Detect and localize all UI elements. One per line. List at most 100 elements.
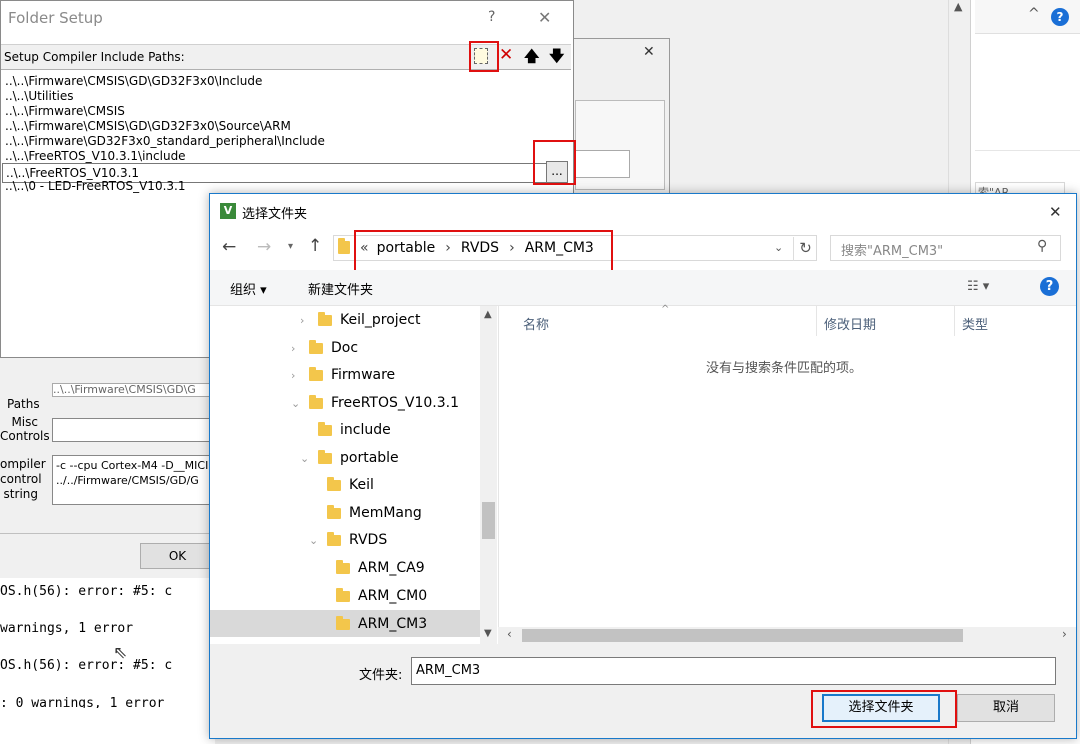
folder-icon — [336, 615, 350, 630]
path-row[interactable]: ..\..\Firmware\CMSIS\GD\GD32F3x0\Source\… — [2, 119, 570, 134]
tree-chevron[interactable]: › — [291, 363, 303, 389]
right-divider — [975, 150, 1080, 151]
column-divider[interactable] — [954, 306, 955, 336]
column-header-type[interactable]: 类型 — [962, 314, 988, 333]
mouse-cursor-icon: ⇖ — [113, 643, 128, 663]
hscroll-left-icon[interactable]: ‹ — [507, 627, 512, 641]
recent-chevron-icon[interactable]: ▾ — [288, 241, 293, 252]
tree-item-keil[interactable]: Keil — [309, 472, 374, 498]
hscroll-right-icon[interactable]: › — [1062, 627, 1067, 641]
app-icon-letter: V — [223, 204, 233, 217]
browse-button-highlight — [533, 140, 576, 185]
tree-scroll-thumb[interactable] — [482, 502, 495, 539]
select-folder-highlight — [811, 690, 957, 728]
tree-item-firmware[interactable]: › Firmware — [291, 362, 395, 388]
tree-scroll-down-icon[interactable]: ▼ — [484, 628, 492, 639]
path-row[interactable]: ..\..\Firmware\CMSIS — [2, 104, 570, 119]
options-separator — [0, 533, 215, 534]
folder-icon — [318, 311, 332, 326]
refresh-icon[interactable]: ↻ — [793, 237, 817, 261]
back-icon[interactable]: ← — [222, 237, 236, 257]
tree-item-portable[interactable]: ⌄ portable — [300, 445, 399, 471]
build-output-line: : 0 warnings, 1 error — [0, 696, 165, 708]
background-dialog-field — [570, 150, 630, 178]
tree-item-label: MemMang — [349, 505, 422, 521]
background-dialog-close-icon[interactable]: ✕ — [643, 44, 655, 60]
forward-icon[interactable]: → — [257, 237, 271, 257]
tree-chevron[interactable]: ⌄ — [309, 528, 321, 554]
dialog-close-icon[interactable]: ✕ — [1049, 203, 1062, 221]
collapse-ribbon-icon[interactable]: ^ — [1028, 6, 1040, 22]
include-paths-label: Setup Compiler Include Paths: — [4, 50, 185, 64]
tree-item-label: ARM_CA9 — [358, 560, 425, 576]
folder-icon — [327, 531, 341, 546]
tree-item-keil-project[interactable]: › Keil_project — [300, 307, 420, 333]
tree-item-label: RVDS — [349, 532, 388, 548]
tree-item-freertos[interactable]: ⌄ FreeRTOS_V10.3.1 — [291, 390, 459, 416]
tree-item-label: Keil — [349, 477, 374, 493]
app-icon: V — [220, 203, 236, 219]
ok-button-label: OK — [168, 549, 187, 563]
tree-scrollbar[interactable] — [480, 306, 497, 644]
path-row[interactable]: ..\..\0 - LED-FreeRTOS_V10.3.1 — [2, 179, 185, 194]
tree-item-label: Firmware — [331, 367, 396, 383]
tree-item-doc[interactable]: › Doc — [291, 335, 358, 361]
path-row[interactable]: ..\..\Firmware\GD32F3x0_standard_periphe… — [2, 134, 570, 149]
tree-chevron[interactable]: › — [300, 308, 312, 334]
tree-chevron[interactable]: › — [291, 336, 303, 362]
tree-chevron[interactable]: ⌄ — [291, 391, 303, 417]
compiler-string-field[interactable]: -c --cpu Cortex-M4 -D__MICI ../../Firmwar… — [52, 455, 212, 505]
folder-setup-help-icon[interactable]: ? — [488, 9, 495, 25]
tree-item-arm-cm3[interactable]: ARM_CM3 — [318, 611, 427, 637]
search-input[interactable]: 搜索"ARM_CM3" — [841, 240, 943, 259]
compiler-line-2: ../../Firmware/CMSIS/GD/G — [56, 474, 199, 487]
folder-setup-title: Folder Setup — [8, 9, 103, 27]
new-path-highlight — [469, 41, 499, 72]
hscroll-thumb[interactable] — [522, 629, 963, 642]
misc-controls-field[interactable] — [52, 418, 212, 442]
path-row[interactable]: ..\..\Utilities — [2, 89, 570, 104]
compiler-line-1: -c --cpu Cortex-M4 -D__MICI — [56, 459, 209, 472]
folder-icon — [309, 394, 323, 409]
folder-icon — [309, 366, 323, 381]
cancel-button[interactable]: 取消 — [957, 694, 1055, 722]
up-icon[interactable]: ↑ — [308, 236, 322, 256]
compiler-label-line2: control — [0, 472, 42, 486]
organize-menu[interactable]: 组织 ▾ — [230, 279, 267, 298]
tree-item-memmang[interactable]: MemMang — [309, 500, 422, 526]
folder-icon — [336, 559, 350, 574]
view-options-icon[interactable]: ☷ ▾ — [967, 279, 989, 294]
folder-icon — [327, 504, 341, 519]
tree-item-rvds[interactable]: ⌄ RVDS — [309, 527, 387, 553]
new-folder-button[interactable]: 新建文件夹 — [308, 279, 373, 298]
ok-button[interactable]: OK — [140, 543, 215, 569]
help-icon[interactable]: ? — [1040, 277, 1059, 296]
tree-item-arm-cm0[interactable]: ARM_CM0 — [318, 583, 427, 609]
compiler-label-line3: string — [3, 487, 38, 501]
path-row[interactable]: ..\..\Firmware\CMSIS\GD\GD32F3x0\Include — [2, 74, 570, 89]
column-header-modified[interactable]: 修改日期 — [824, 314, 876, 333]
tree-item-include[interactable]: include — [300, 417, 391, 443]
search-icon[interactable]: ⚲ — [1037, 238, 1047, 254]
folder-name-input[interactable]: ARM_CM3 — [411, 657, 1056, 685]
path-row[interactable]: ..\..\FreeRTOS_V10.3.1\include — [2, 149, 570, 164]
move-down-icon[interactable]: 🡇 — [549, 46, 564, 71]
build-output-line: OS.h(56): error: #5: c — [0, 658, 173, 673]
address-dropdown-icon[interactable]: ⌄ — [774, 241, 783, 254]
breadcrumb-highlight — [354, 230, 613, 273]
tree-scroll-up-icon[interactable]: ▲ — [484, 309, 492, 320]
tree-item-label: ARM_CM3 — [358, 616, 428, 632]
help-icon[interactable]: ? — [1051, 8, 1069, 26]
tree-chevron[interactable]: ⌄ — [300, 446, 312, 472]
folder-setup-close-icon[interactable]: ✕ — [538, 8, 551, 27]
column-header-name[interactable]: 名称 — [523, 314, 549, 333]
column-divider[interactable] — [816, 306, 817, 336]
help-icon-glyph: ? — [1056, 10, 1064, 24]
delete-path-icon[interactable]: ✕ — [499, 45, 513, 65]
tree-item-arm-ca9[interactable]: ARM_CA9 — [318, 555, 425, 581]
cancel-button-label: 取消 — [992, 700, 1019, 715]
misc-label-line1: Misc — [11, 415, 38, 429]
move-up-icon[interactable]: 🡅 — [524, 46, 539, 71]
tree-item-label: FreeRTOS_V10.3.1 — [331, 395, 459, 411]
scroll-up-icon[interactable]: ▲ — [954, 0, 962, 13]
